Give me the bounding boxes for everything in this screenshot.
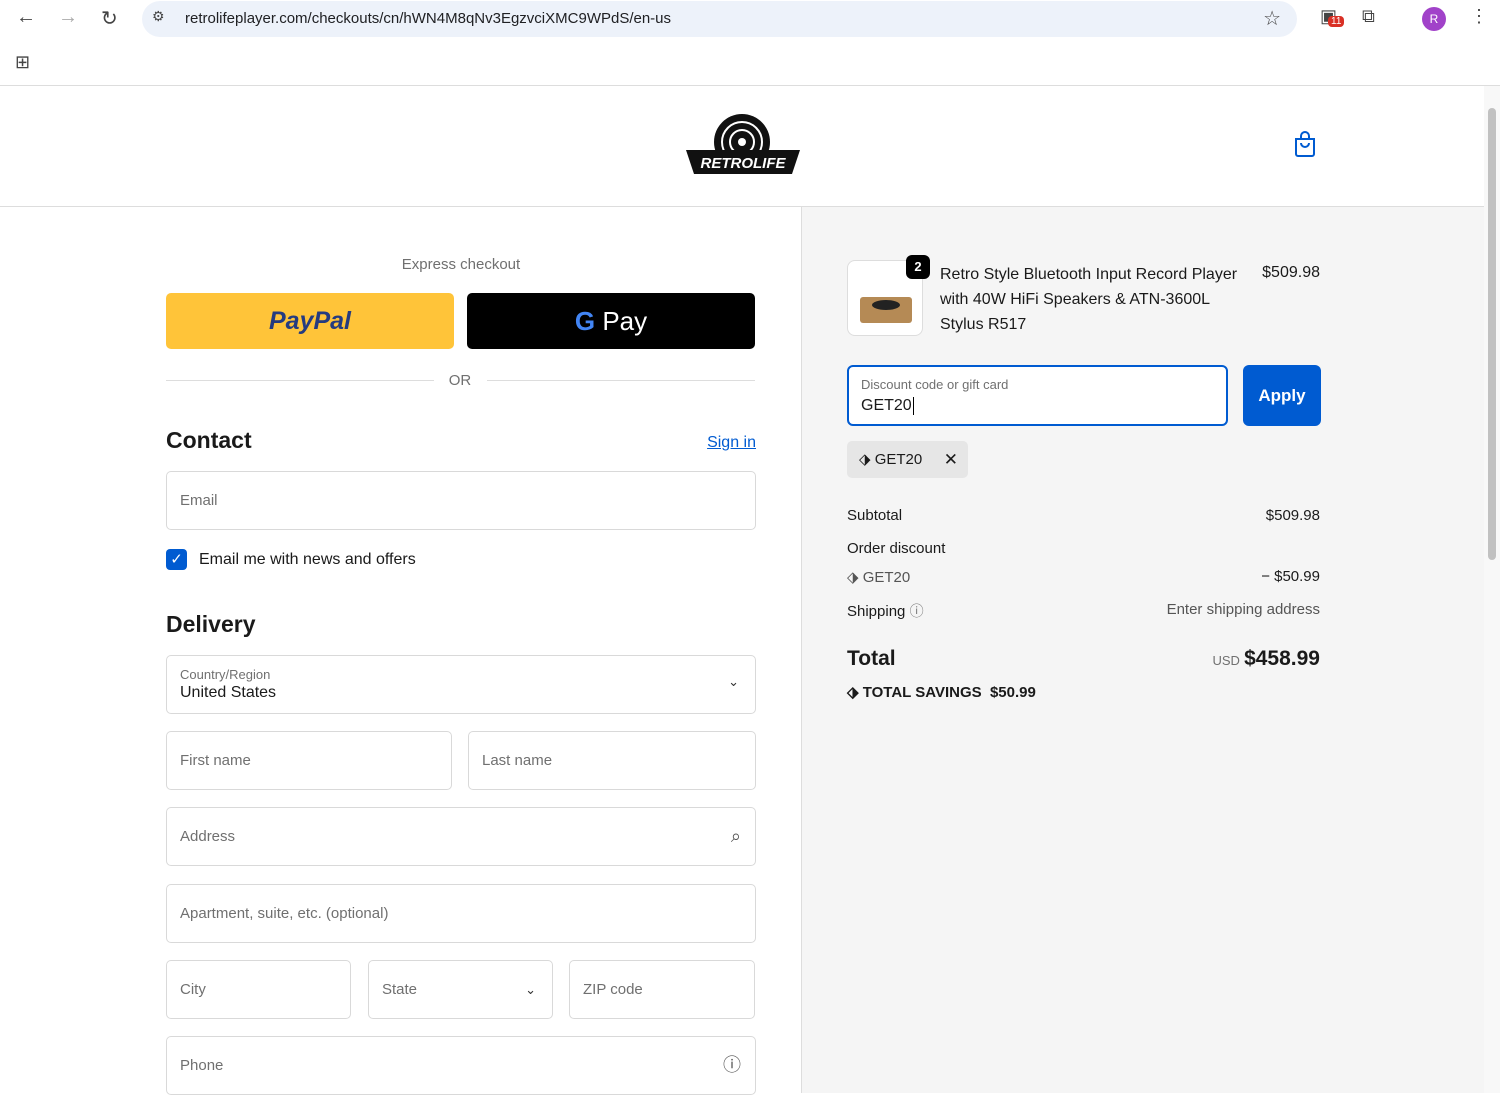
sign-in-link[interactable]: Sign in (707, 434, 756, 452)
tag-icon: ⬗ (847, 569, 859, 586)
zip-input[interactable]: ZIP code (569, 960, 755, 1019)
divider (487, 380, 755, 381)
gpay-button[interactable]: G Pay (467, 293, 755, 349)
subtotal-value: $509.98 (1265, 507, 1320, 524)
record-player-image (860, 297, 912, 323)
menu-icon[interactable]: ⋮ (1470, 6, 1488, 27)
forward-icon[interactable]: → (58, 6, 78, 29)
product-thumbnail: 2 (847, 255, 930, 336)
chevron-down-icon: ⌄ (728, 674, 739, 689)
discount-input[interactable]: Discount code or gift card GET20 (847, 365, 1228, 426)
delivery-heading: Delivery (166, 611, 256, 637)
product-price: $509.98 (1262, 264, 1320, 281)
scrollbar[interactable] (1484, 86, 1500, 1093)
discount-label: Discount code or gift card (861, 377, 1009, 392)
extensions-puzzle-icon[interactable]: ⧉ (1362, 6, 1375, 27)
apps-grid-icon[interactable]: ⊞ (15, 52, 30, 73)
url-text[interactable]: retrolifeplayer.com/checkouts/cn/hWN4M8q… (185, 10, 671, 27)
scrollbar-thumb[interactable] (1488, 108, 1496, 560)
browser-chrome: ← → ↻ ⚙ retrolifeplayer.com/checkouts/cn… (0, 0, 1500, 86)
state-placeholder: State (382, 981, 418, 998)
quantity-badge: 2 (906, 255, 930, 279)
subtotal-label: Subtotal (847, 507, 903, 524)
discount-value: GET20 (861, 397, 914, 415)
express-checkout-label: Express checkout (401, 256, 521, 273)
reload-icon[interactable]: ↻ (101, 6, 118, 31)
discount-tag: ⬗ GET20 ✕ (847, 441, 968, 478)
paypal-label: PayPal (268, 307, 351, 335)
order-discount-row: Order discount (847, 540, 1320, 557)
discount-code-row: ⬗ GET20 − $50.99 (847, 568, 1320, 586)
extension-icon[interactable]: ▣11 (1320, 6, 1345, 27)
contact-heading: Contact (166, 427, 252, 453)
tag-icon: ⬗ (859, 451, 871, 468)
or-label: OR (448, 372, 472, 389)
total-row: Total USD $458.99 (847, 647, 1320, 671)
order-summary: 2 Retro Style Bluetooth Input Record Pla… (801, 207, 1484, 1093)
bookmark-star-icon[interactable]: ☆ (1263, 6, 1281, 31)
back-icon[interactable]: ← (16, 6, 36, 29)
shipping-row: Shipping ⓘ Enter shipping address (847, 601, 1320, 621)
address-bar[interactable]: ⚙ retrolifeplayer.com/checkouts/cn/hWN4M… (142, 1, 1297, 37)
address-placeholder: Address (180, 828, 236, 845)
svg-text:RETROLIFE: RETROLIFE (701, 155, 787, 172)
apply-button[interactable]: Apply (1243, 365, 1321, 426)
country-select[interactable]: Country/Region United States ⌄ (166, 655, 756, 714)
last-name-input[interactable]: Last name (468, 731, 756, 790)
city-input[interactable]: City (166, 960, 351, 1019)
country-value: United States (180, 684, 277, 701)
shipping-value: Enter shipping address (1166, 601, 1320, 618)
help-icon[interactable]: ⓘ (723, 1037, 741, 1094)
product-name: Retro Style Bluetooth Input Record Playe… (940, 266, 1238, 333)
savings-row: ⬗ TOTAL SAVINGS $50.99 (847, 683, 1320, 701)
paypal-button[interactable]: PayPal (166, 293, 454, 349)
subtotal-row: Subtotal $509.98 (847, 507, 1320, 524)
first-name-input[interactable]: First name (166, 731, 452, 790)
store-header: RETROLIFE (0, 86, 1484, 207)
total-label: Total (847, 647, 896, 670)
newsletter-checkbox[interactable]: ✓ (166, 549, 187, 570)
chevron-down-icon: ⌄ (525, 982, 536, 997)
email-input[interactable]: Email (166, 471, 756, 530)
currency: USD (1212, 653, 1240, 668)
retrolife-logo[interactable]: RETROLIFE (684, 112, 802, 182)
discount-tag-code: GET20 (874, 451, 923, 468)
discount-code: GET20 (862, 569, 911, 586)
savings-value: $50.99 (989, 684, 1036, 701)
cart-bag-icon[interactable] (1293, 130, 1317, 158)
shipping-label: Shipping (847, 603, 906, 620)
divider (166, 380, 434, 381)
address-input[interactable]: Address ⌕ (166, 807, 756, 866)
state-select[interactable]: State ⌄ (368, 960, 553, 1019)
newsletter-label: Email me with news and offers (199, 551, 416, 568)
google-g-icon: G (574, 306, 596, 336)
site-settings-icon[interactable]: ⚙ (152, 8, 165, 25)
help-icon[interactable]: ⓘ (910, 603, 924, 619)
country-label: Country/Region (180, 667, 271, 682)
total-value: $458.99 (1244, 647, 1320, 670)
remove-discount-icon[interactable]: ✕ (944, 441, 958, 478)
phone-placeholder: Phone (180, 1057, 224, 1074)
search-icon: ⌕ (730, 826, 741, 846)
gpay-label: Pay (602, 306, 648, 336)
phone-input[interactable]: Phone ⓘ (166, 1036, 756, 1095)
savings-label: TOTAL SAVINGS (862, 684, 982, 701)
profile-avatar[interactable]: R (1422, 7, 1446, 31)
tag-icon: ⬗ (847, 684, 859, 701)
order-discount-label: Order discount (847, 540, 946, 557)
apartment-input[interactable]: Apartment, suite, etc. (optional) (166, 884, 756, 943)
discount-amount: − $50.99 (1261, 568, 1320, 585)
